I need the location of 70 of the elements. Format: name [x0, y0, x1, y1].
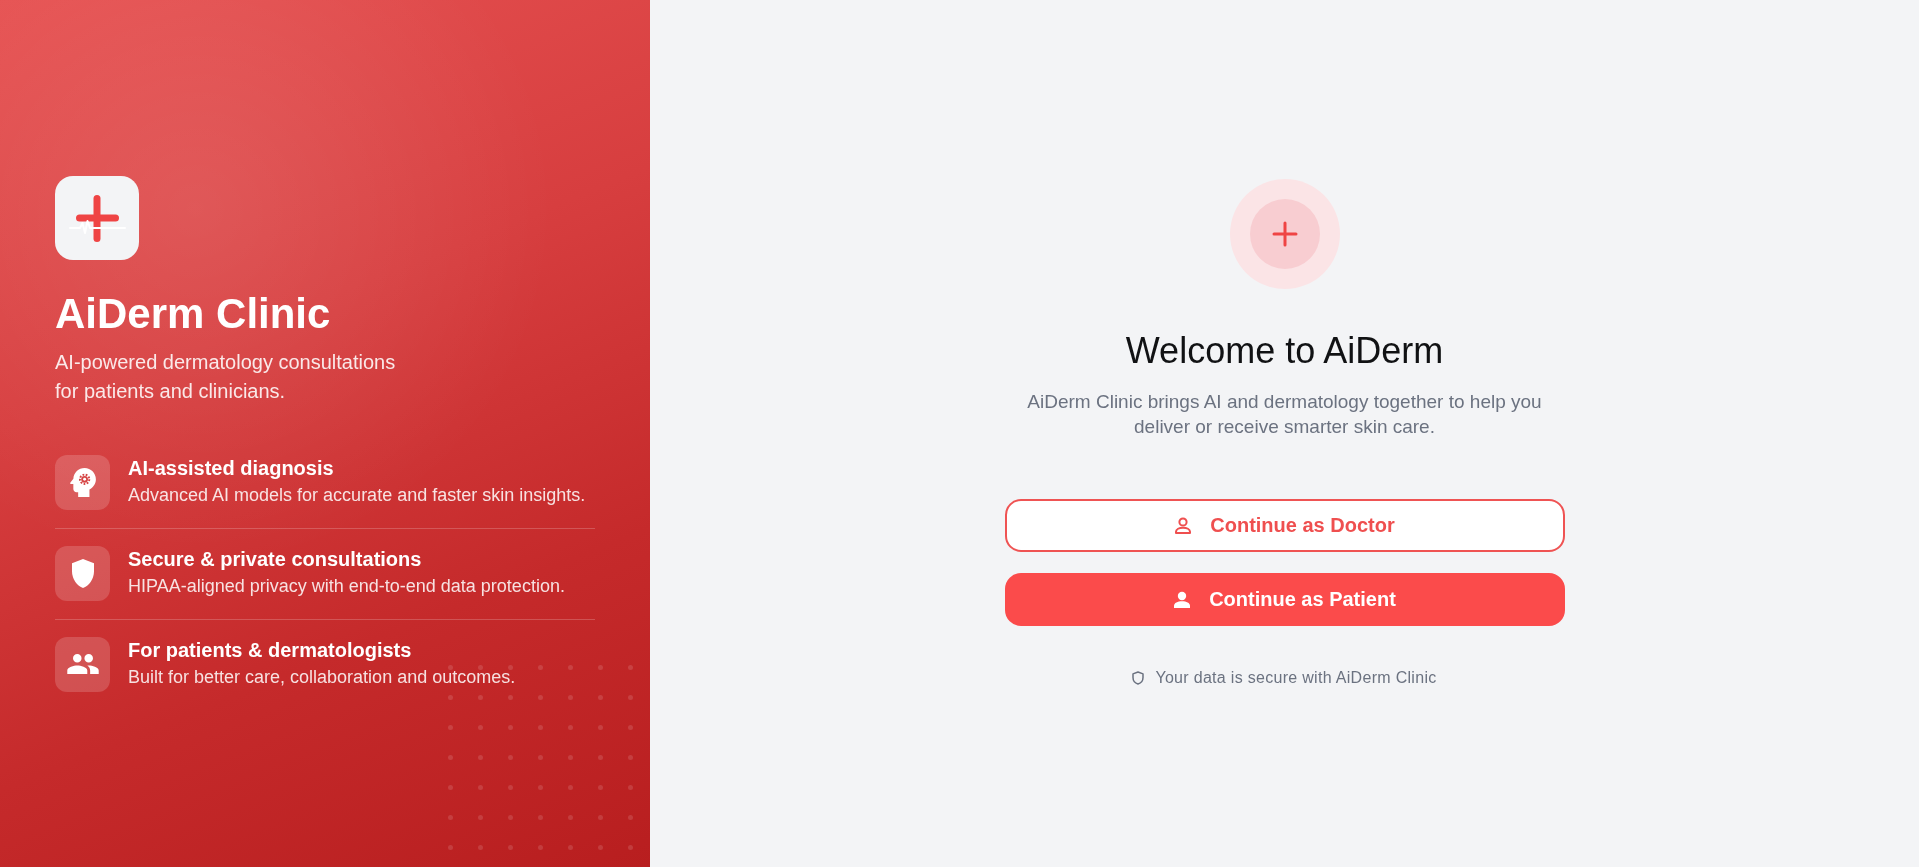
- decor-dot: [567, 814, 573, 820]
- person-icon: [1173, 590, 1192, 608]
- feature-title: For patients & dermatologists: [128, 637, 412, 663]
- decor-dot: [507, 814, 513, 820]
- decor-dot: [477, 844, 483, 850]
- decor-dot: [567, 784, 573, 790]
- decor-dot: [477, 664, 483, 670]
- cross-pulse-logo-icon: [55, 175, 139, 260]
- decor-dot: [597, 694, 603, 700]
- decor-dot: [537, 754, 543, 760]
- security-note: Your data is secure with AiDerm Clinic: [1155, 667, 1437, 688]
- decor-dot: [477, 694, 483, 700]
- decor-dot: [477, 814, 483, 820]
- decor-dot: [507, 784, 513, 790]
- decor-dot: [447, 694, 453, 700]
- decor-dot: [447, 754, 453, 760]
- feature-description: HIPAA-aligned privacy with end-to-end data protection.: [128, 576, 565, 595]
- feature-description: Built for better care, collaboration and outcomes.: [128, 667, 516, 686]
- decor-dot: [567, 694, 573, 700]
- decor-dot: [627, 844, 633, 850]
- decor-dot: [627, 694, 633, 700]
- decor-dot: [627, 724, 633, 730]
- decor-dot: [567, 664, 573, 670]
- decor-dot: [507, 694, 513, 700]
- head-gear-icon: [55, 454, 110, 510]
- shield-icon: [55, 545, 110, 601]
- outline-button[interactable]: Continue as Doctor: [1004, 498, 1565, 552]
- feature-title: Secure & private consultations: [128, 546, 422, 572]
- decor-dot: [447, 664, 453, 670]
- decor-dot: [447, 814, 453, 820]
- decor-dot: [537, 694, 543, 700]
- decor-dot: [447, 844, 453, 850]
- decor-dot: [537, 844, 543, 850]
- feature-title: AI-assisted diagnosis: [128, 455, 334, 481]
- decor-dot: [507, 724, 513, 730]
- decor-dot: [477, 724, 483, 730]
- brand-title: AiDerm Clinic: [55, 288, 331, 339]
- brand-tagline: AI-powered dermatology consultations for patients and clinicians.: [55, 349, 397, 404]
- decor-dot: [447, 784, 453, 790]
- decor-dot: [447, 724, 453, 730]
- people-icon: [55, 636, 110, 692]
- decor-dot: [597, 754, 603, 760]
- decor-dot: [627, 754, 633, 760]
- primary-button[interactable]: Continue as Patient: [1004, 572, 1565, 626]
- decor-dot: [477, 754, 483, 760]
- decor-dot: [597, 784, 603, 790]
- feature-description: Advanced AI models for accurate and faster skin insights.: [128, 485, 586, 504]
- decor-dot: [597, 664, 603, 670]
- decor-dot: [477, 784, 483, 790]
- decor-dot: [567, 754, 573, 760]
- decor-dot: [627, 814, 633, 820]
- decor-dot: [507, 844, 513, 850]
- decor-dot: [507, 754, 513, 760]
- decor-dot: [567, 844, 573, 850]
- decor-dot: [567, 724, 573, 730]
- plus-icon: [1229, 178, 1340, 289]
- person-icon: [1174, 516, 1193, 534]
- decor-dot: [537, 784, 543, 790]
- decor-dot: [627, 664, 633, 670]
- decor-dot: [597, 844, 603, 850]
- welcome-description: AiDerm Clinic brings AI and dermatology together to help you deliver or receive smarter skin care.: [1026, 389, 1543, 439]
- decor-dot: [537, 814, 543, 820]
- decor-dot: [537, 724, 543, 730]
- welcome-heading: Welcome to AiDerm: [1125, 328, 1444, 373]
- decor-dot: [627, 784, 633, 790]
- decor-dot: [537, 664, 543, 670]
- decor-dot: [597, 814, 603, 820]
- shield-icon: [1132, 670, 1145, 685]
- decor-dot: [507, 664, 513, 670]
- decor-dot: [597, 724, 603, 730]
